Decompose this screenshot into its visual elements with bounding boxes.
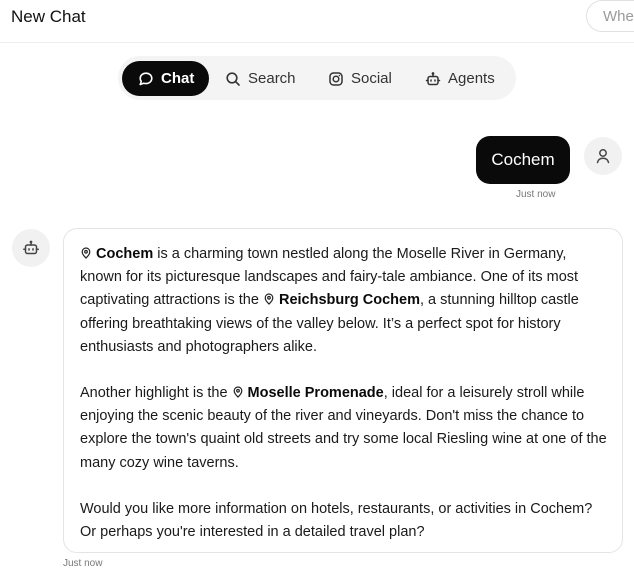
message-paragraph: Would you like more information on hotel… (80, 500, 593, 541)
map-pin-icon (233, 386, 242, 398)
bot-avatar (12, 229, 50, 267)
message-timestamp: Just now (63, 558, 103, 569)
message-paragraph: Another highlight is the Moselle Promena… (80, 382, 608, 475)
chat-bubble-icon (139, 71, 153, 85)
place-link-cochem[interactable]: Cochem (96, 246, 153, 262)
tab-search[interactable]: Search (225, 61, 296, 96)
page-title: New Chat (11, 7, 86, 26)
message-paragraph: Cochem is a charming town nestled along … (80, 243, 608, 359)
mode-tabs: Chat Search Social Agents (118, 56, 516, 100)
instagram-icon (329, 71, 343, 86)
map-pin-icon (81, 247, 91, 259)
search-input[interactable]: Whe (586, 0, 634, 32)
message-text: Another highlight is the (80, 385, 232, 402)
message-timestamp: Just now (516, 189, 556, 200)
tab-agents[interactable]: Agents (425, 61, 495, 96)
robot-icon (23, 240, 39, 255)
user-avatar (584, 137, 622, 175)
search-icon (226, 71, 240, 86)
user-message-bubble: Cochem (476, 136, 570, 184)
tab-label: Search (248, 70, 296, 87)
robot-icon (425, 71, 441, 85)
tab-social[interactable]: Social (328, 61, 392, 96)
bot-message-card: Cochem is a charming town nestled along … (63, 228, 623, 553)
tab-label: Chat (161, 70, 195, 87)
place-link-promenade[interactable]: Moselle Promenade (248, 385, 384, 401)
tab-label: Agents (448, 70, 495, 87)
place-link-reichsburg[interactable]: Reichsburg Cochem (279, 292, 420, 308)
user-icon (596, 149, 610, 164)
map-pin-icon (264, 293, 274, 306)
header-bar: New Chat Whe (0, 0, 634, 43)
tab-label: Social (351, 70, 392, 87)
tab-chat[interactable]: Chat (122, 61, 209, 96)
